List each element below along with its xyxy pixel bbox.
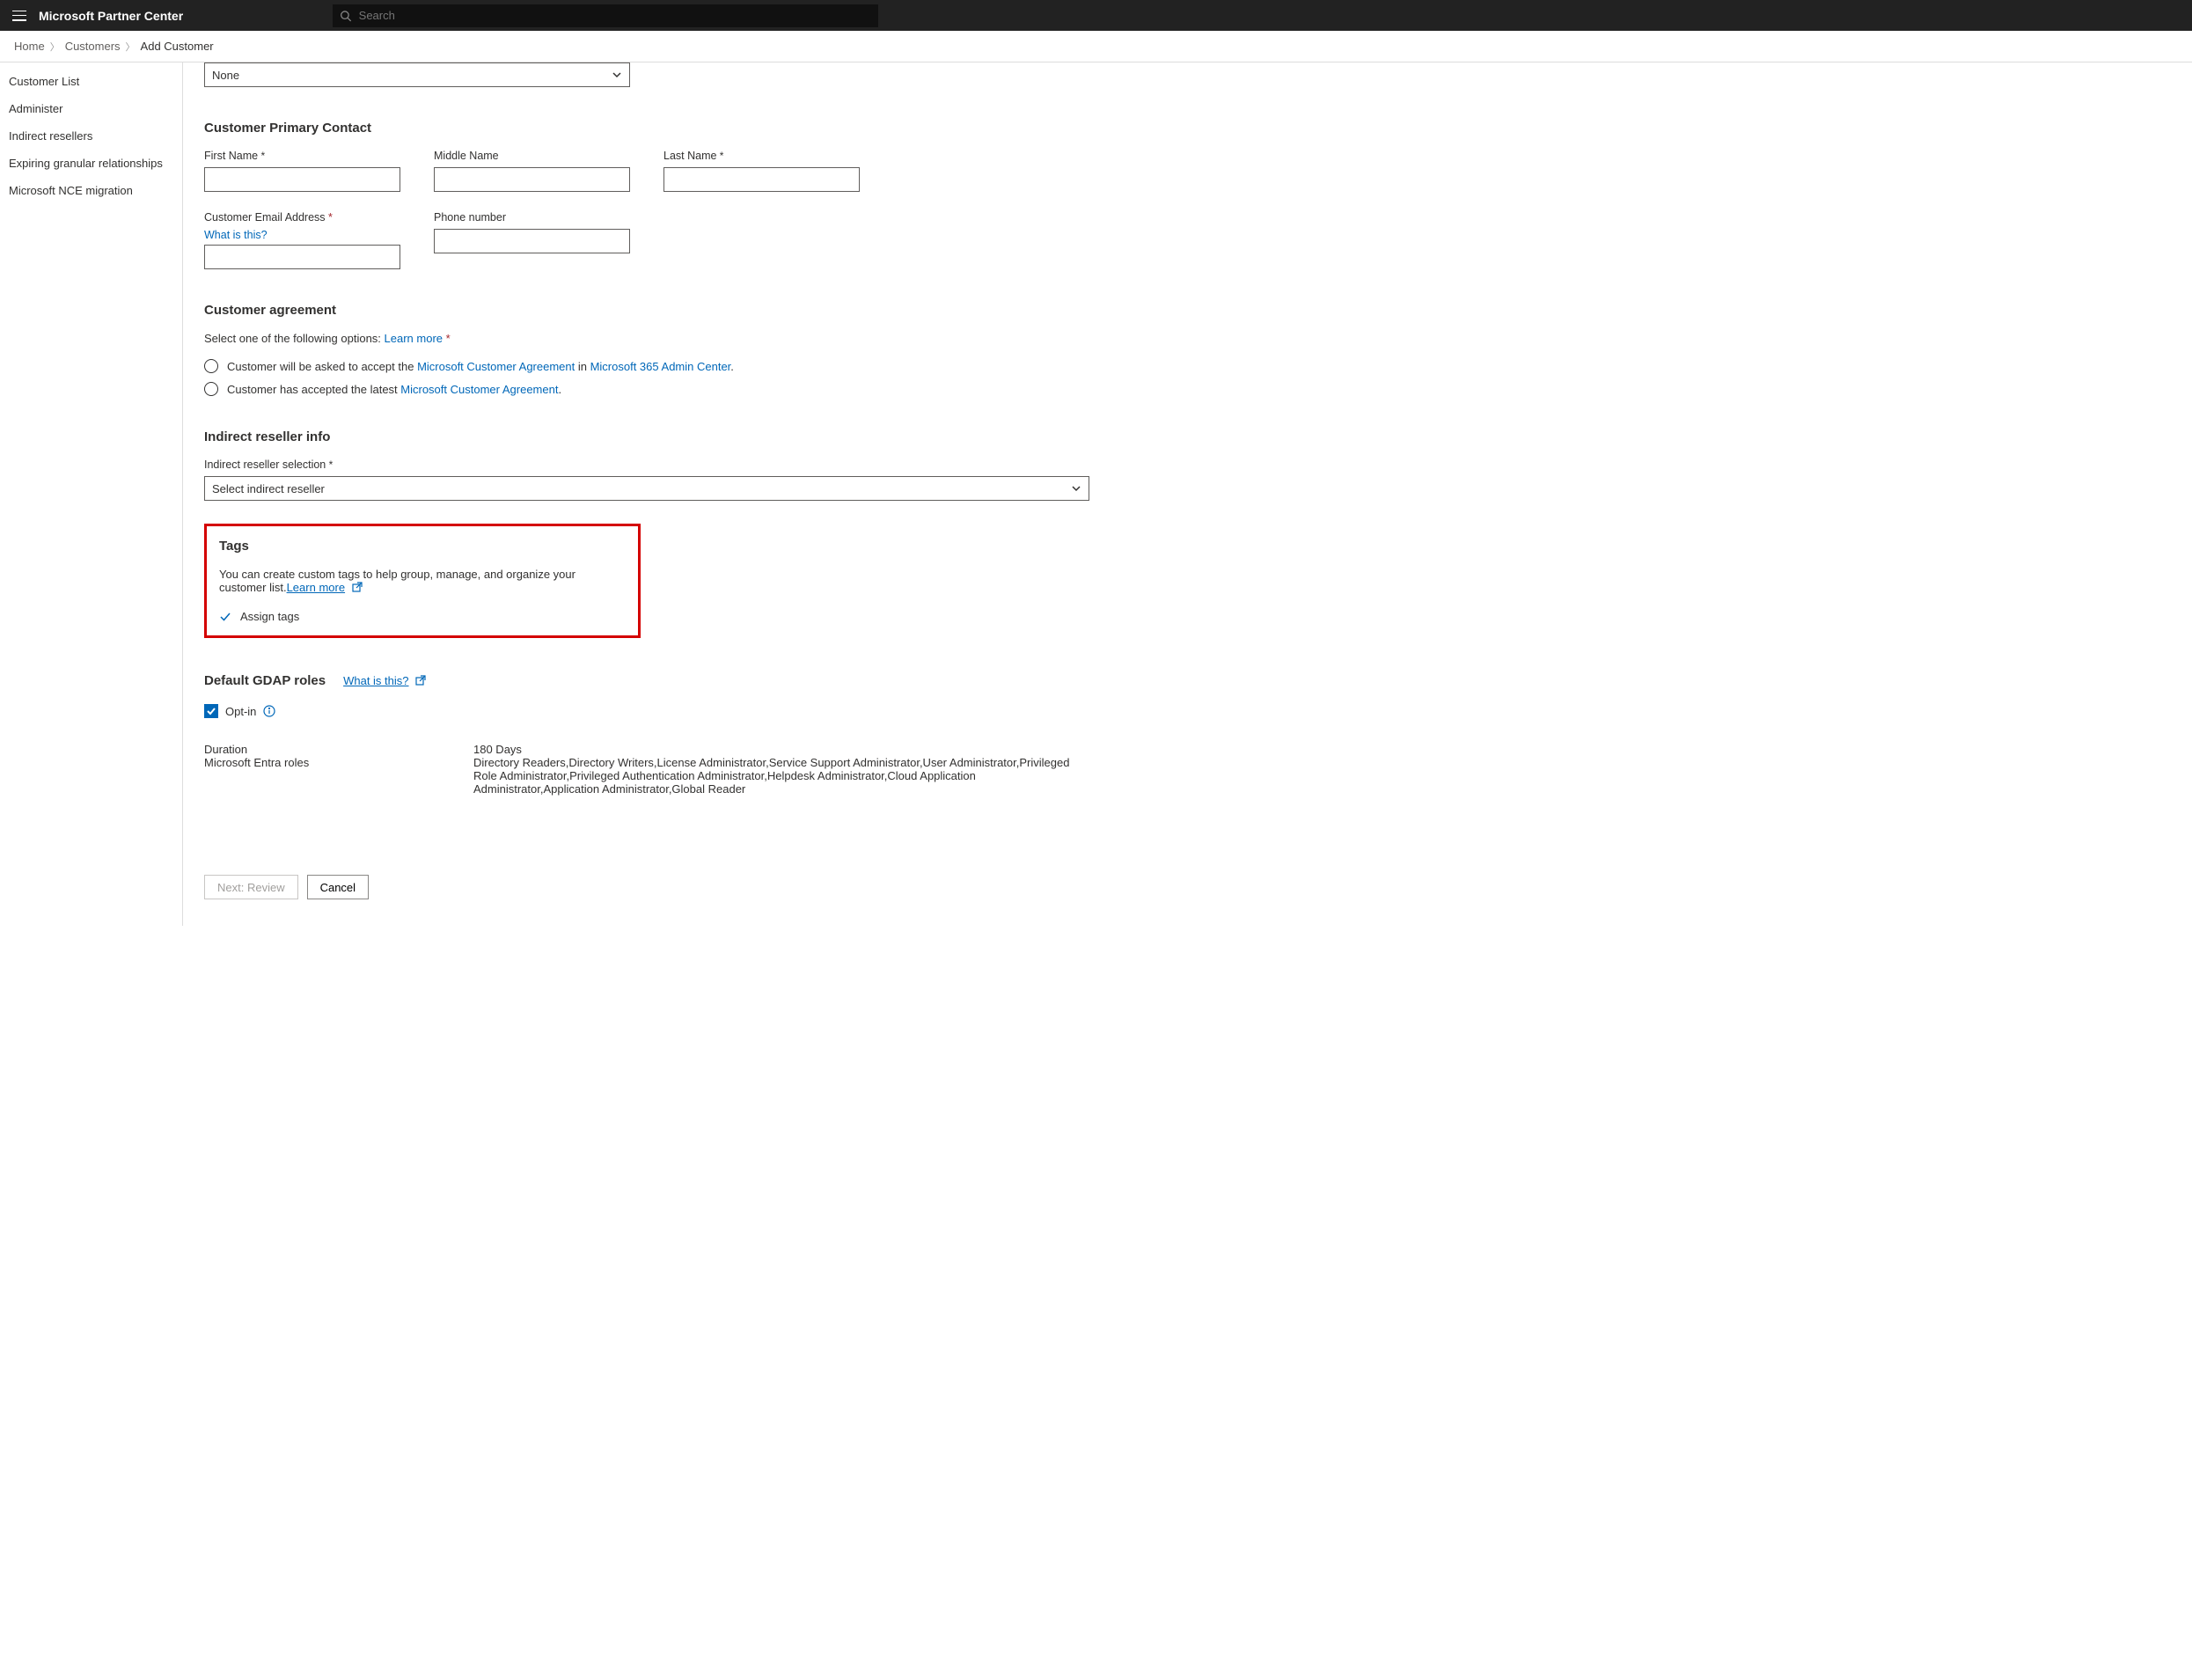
sidebar-item-nce-migration[interactable]: Microsoft NCE migration bbox=[0, 177, 182, 204]
entra-roles-value: Directory Readers,Directory Writers,Lice… bbox=[473, 756, 1089, 796]
tags-learn-more-link[interactable]: Learn more bbox=[287, 581, 345, 594]
email-what-is-this-link[interactable]: What is this? bbox=[204, 229, 400, 241]
agreement-heading: Customer agreement bbox=[204, 303, 2192, 318]
top-select[interactable]: None bbox=[204, 62, 630, 87]
tags-desc: You can create custom tags to help group… bbox=[219, 568, 575, 594]
radio-icon bbox=[204, 382, 218, 396]
search-input[interactable] bbox=[359, 9, 872, 22]
chevron-right-icon: 〉 bbox=[126, 40, 136, 54]
optin-label: Opt-in bbox=[225, 705, 256, 718]
sidebar-item-indirect-resellers[interactable]: Indirect resellers bbox=[0, 122, 182, 150]
email-input[interactable] bbox=[204, 245, 400, 269]
checkmark-icon bbox=[219, 611, 231, 623]
main-content: None Customer Primary Contact First Name… bbox=[183, 62, 2192, 926]
opt2-prefix: Customer has accepted the latest bbox=[227, 383, 400, 396]
opt1-mid: in bbox=[575, 360, 590, 373]
gdap-heading: Default GDAP roles bbox=[204, 673, 326, 688]
optin-checkbox-row[interactable]: Opt-in bbox=[204, 704, 2192, 718]
search-box[interactable] bbox=[333, 4, 878, 27]
first-name-input[interactable] bbox=[204, 167, 400, 192]
breadcrumb-customers[interactable]: Customers bbox=[60, 40, 126, 53]
opt2-suffix: . bbox=[558, 383, 561, 396]
middle-name-input[interactable] bbox=[434, 167, 630, 192]
sidebar: Customer List Administer Indirect resell… bbox=[0, 62, 183, 926]
phone-label: Phone number bbox=[434, 211, 630, 224]
agreement-learn-more-link[interactable]: Learn more bbox=[385, 332, 443, 345]
app-title: Microsoft Partner Center bbox=[39, 9, 183, 23]
info-icon[interactable] bbox=[263, 705, 275, 717]
gdap-what-is-this-link[interactable]: What is this? bbox=[343, 674, 408, 687]
sidebar-item-administer[interactable]: Administer bbox=[0, 95, 182, 122]
duration-label: Duration bbox=[204, 743, 473, 756]
reseller-label: Indirect reseller selection bbox=[204, 459, 2192, 471]
top-select-value: None bbox=[212, 69, 239, 82]
tags-callout: Tags You can create custom tags to help … bbox=[204, 524, 641, 638]
reseller-select[interactable]: Select indirect reseller bbox=[204, 476, 1089, 501]
external-link-icon bbox=[415, 675, 426, 686]
agreement-intro: Select one of the following options: bbox=[204, 332, 385, 345]
search-icon bbox=[340, 10, 352, 22]
last-name-label: Last Name bbox=[663, 150, 860, 162]
chevron-down-icon bbox=[1071, 483, 1081, 494]
agreement-option-1[interactable]: Customer will be asked to accept the Mic… bbox=[204, 359, 2192, 373]
reseller-heading: Indirect reseller info bbox=[204, 429, 2192, 444]
breadcrumb-current: Add Customer bbox=[136, 40, 219, 53]
tags-heading: Tags bbox=[219, 539, 626, 554]
sidebar-item-customer-list[interactable]: Customer List bbox=[0, 68, 182, 95]
next-review-button: Next: Review bbox=[204, 875, 298, 899]
duration-value: 180 Days bbox=[473, 743, 1089, 756]
middle-name-label: Middle Name bbox=[434, 150, 630, 162]
opt2-link-mca[interactable]: Microsoft Customer Agreement bbox=[400, 383, 558, 396]
email-label: Customer Email Address bbox=[204, 211, 400, 224]
radio-icon bbox=[204, 359, 218, 373]
breadcrumb: Home 〉 Customers 〉 Add Customer bbox=[0, 31, 2192, 62]
opt1-link-mca[interactable]: Microsoft Customer Agreement bbox=[417, 360, 575, 373]
opt1-link-m365[interactable]: Microsoft 365 Admin Center bbox=[590, 360, 731, 373]
top-bar: Microsoft Partner Center bbox=[0, 0, 2192, 31]
assign-tags-button[interactable]: Assign tags bbox=[219, 610, 626, 623]
first-name-label: First Name bbox=[204, 150, 400, 162]
last-name-input[interactable] bbox=[663, 167, 860, 192]
phone-input[interactable] bbox=[434, 229, 630, 253]
agreement-option-2[interactable]: Customer has accepted the latest Microso… bbox=[204, 382, 2192, 396]
menu-icon[interactable] bbox=[12, 11, 26, 21]
opt1-suffix: . bbox=[730, 360, 734, 373]
entra-roles-label: Microsoft Entra roles bbox=[204, 756, 473, 769]
assign-tags-label: Assign tags bbox=[240, 610, 299, 623]
opt1-prefix: Customer will be asked to accept the bbox=[227, 360, 417, 373]
cancel-button[interactable]: Cancel bbox=[307, 875, 369, 899]
checkbox-checked-icon bbox=[204, 704, 218, 718]
reseller-select-placeholder: Select indirect reseller bbox=[212, 482, 325, 495]
sidebar-item-expiring-granular[interactable]: Expiring granular relationships bbox=[0, 150, 182, 177]
chevron-right-icon: 〉 bbox=[50, 40, 60, 54]
external-link-icon bbox=[352, 582, 363, 592]
chevron-down-icon bbox=[612, 70, 622, 80]
primary-contact-heading: Customer Primary Contact bbox=[204, 121, 2192, 136]
breadcrumb-home[interactable]: Home bbox=[9, 40, 50, 53]
